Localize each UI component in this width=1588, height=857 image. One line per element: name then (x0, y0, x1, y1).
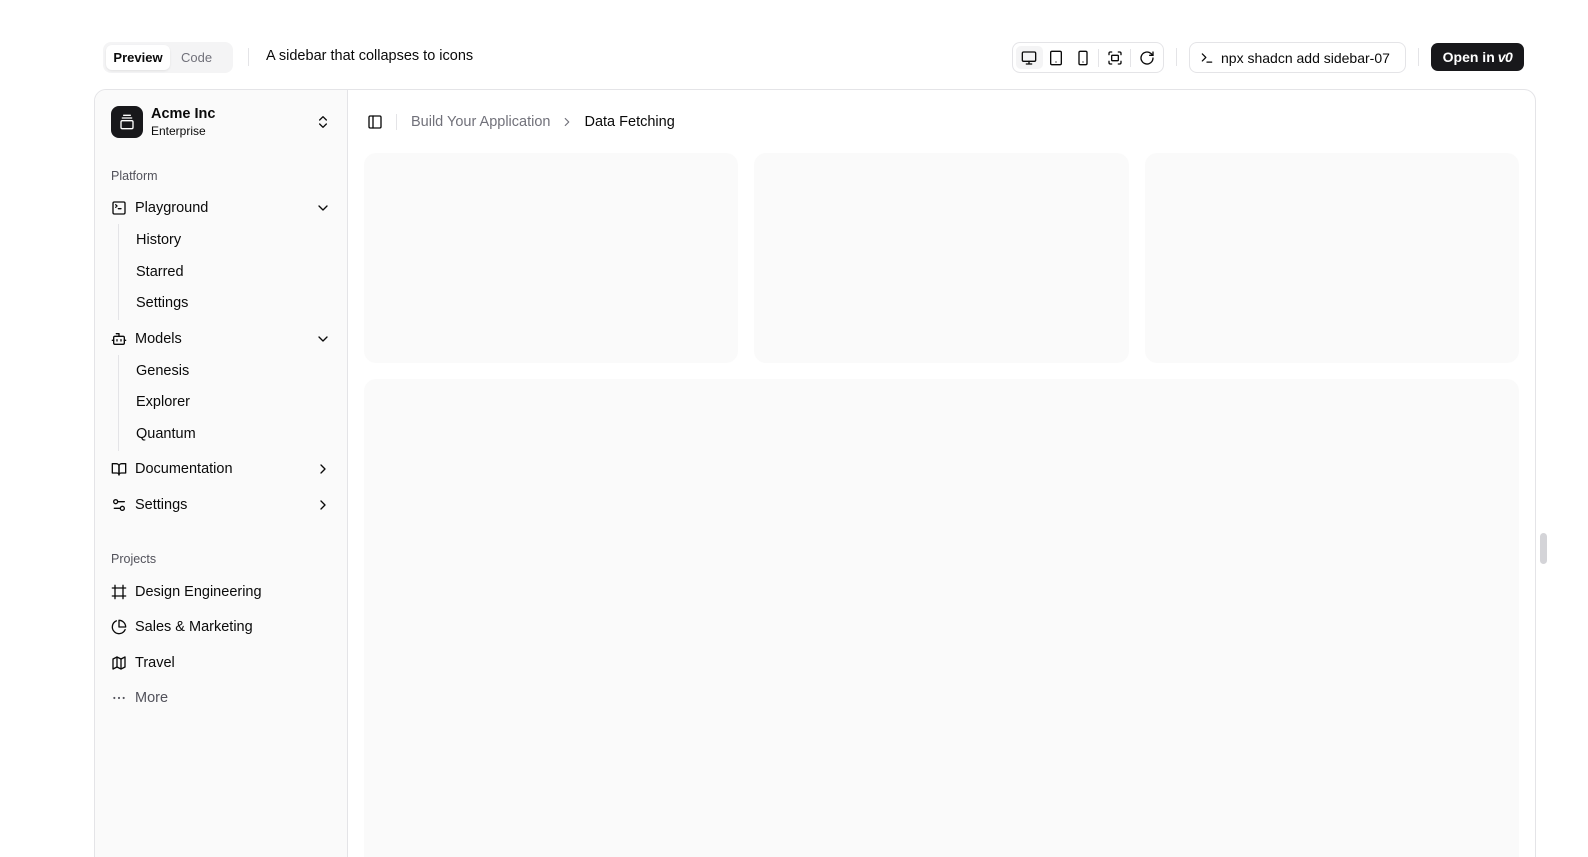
book-open-icon (111, 461, 127, 477)
sidebar-item-playground[interactable]: Playground (103, 193, 339, 223)
submenu-line (118, 224, 119, 320)
block-title: A sidebar that collapses to icons (266, 48, 474, 64)
open-in-v0-button[interactable]: Open in v0 (1431, 43, 1524, 71)
chevron-down-icon (315, 331, 331, 347)
sidebar-item-models[interactable]: Models (103, 324, 339, 354)
tablet-icon[interactable] (1043, 46, 1070, 69)
page-scrollbar[interactable] (1540, 533, 1547, 564)
refresh-icon[interactable] (1133, 46, 1160, 69)
project-item-label: Sales & Marketing (135, 619, 253, 635)
chevron-down-icon (315, 200, 331, 216)
submenu-item-genesis[interactable]: Genesis (127, 357, 327, 385)
viewport-toggle-group (1012, 42, 1164, 73)
monitor-icon[interactable] (1016, 46, 1043, 69)
submenu-item-settings[interactable]: Settings (127, 289, 327, 317)
chevrons-up-down-icon (315, 114, 331, 130)
chevron-right-icon (315, 497, 331, 513)
frame-icon (111, 584, 127, 600)
bot-icon (111, 331, 127, 347)
breadcrumb-link[interactable]: Build Your Application (411, 114, 550, 130)
more-label: More (135, 690, 169, 706)
submenu-item-history[interactable]: History (127, 226, 327, 254)
square-terminal-icon (111, 200, 127, 216)
toolbar-divider (248, 48, 249, 66)
team-name: Acme Inc (151, 106, 216, 123)
sidebar-item-label: Settings (135, 497, 188, 513)
placeholder-card (1145, 153, 1519, 363)
fullscreen-icon[interactable] (1101, 46, 1128, 69)
tab-preview[interactable]: Preview (106, 45, 170, 70)
submenu-item-quantum[interactable]: Quantum (127, 420, 327, 448)
viewgroup-divider (1098, 48, 1100, 67)
chevron-right-icon (315, 461, 331, 477)
preview-code-tabs: Preview Code (103, 42, 233, 73)
viewgroup-divider (1130, 48, 1132, 67)
breadcrumb: Build Your Application Data Fetching (364, 110, 675, 134)
placeholder-card (364, 153, 738, 363)
project-item-travel[interactable]: Travel (103, 648, 339, 678)
platform-group-label: Platform (111, 169, 158, 183)
preview-frame: Acme Inc Enterprise Platform Playground … (94, 89, 1536, 857)
sidebar-item-settings[interactable]: Settings (103, 490, 339, 520)
sidebar-item-label: Models (135, 331, 182, 347)
more-horizontal-icon (111, 690, 127, 706)
map-icon (111, 655, 127, 671)
team-switcher[interactable]: Acme Inc Enterprise (103, 100, 339, 144)
gallery-vertical-end-icon (111, 106, 143, 138)
team-plan: Enterprise (151, 123, 206, 138)
breadcrumb-divider (396, 114, 397, 130)
project-item-label: Travel (135, 655, 175, 671)
terminal-icon (1200, 51, 1214, 65)
smartphone-icon[interactable] (1070, 46, 1097, 69)
chevron-right-icon (560, 115, 574, 129)
projects-more-button[interactable]: More (103, 683, 339, 713)
breadcrumb-current-page: Data Fetching (584, 114, 675, 130)
sidebar-toggle-button[interactable] (364, 111, 386, 133)
panel-left-icon (367, 114, 383, 130)
project-item-sales-marketing[interactable]: Sales & Marketing (103, 612, 339, 642)
open-in-label: Open in (1442, 49, 1495, 65)
install-command-text: npx shadcn add sidebar-07 (1221, 49, 1390, 66)
tab-code[interactable]: Code (172, 45, 221, 70)
placeholder-main-panel (364, 379, 1519, 857)
sidebar-item-label: Documentation (135, 461, 233, 477)
placeholder-card (754, 153, 1129, 363)
main-content: Build Your Application Data Fetching (348, 90, 1535, 857)
projects-group-label: Projects (111, 552, 157, 566)
v0-logo: v0 (1497, 49, 1513, 65)
settings-2-icon (111, 497, 127, 513)
submenu-item-starred[interactable]: Starred (127, 258, 327, 286)
project-item-design-engineering[interactable]: Design Engineering (103, 577, 339, 607)
submenu-item-explorer[interactable]: Explorer (127, 388, 327, 416)
pie-chart-icon (111, 619, 127, 635)
submenu-line (118, 355, 119, 451)
toolbar-divider (1176, 48, 1177, 66)
sidebar-item-documentation[interactable]: Documentation (103, 454, 339, 484)
project-item-label: Design Engineering (135, 584, 262, 600)
install-command-button[interactable]: npx shadcn add sidebar-07 (1189, 42, 1406, 73)
sidebar: Acme Inc Enterprise Platform Playground … (95, 90, 348, 857)
toolbar-divider (1418, 48, 1419, 66)
sidebar-item-label: Playground (135, 200, 209, 216)
